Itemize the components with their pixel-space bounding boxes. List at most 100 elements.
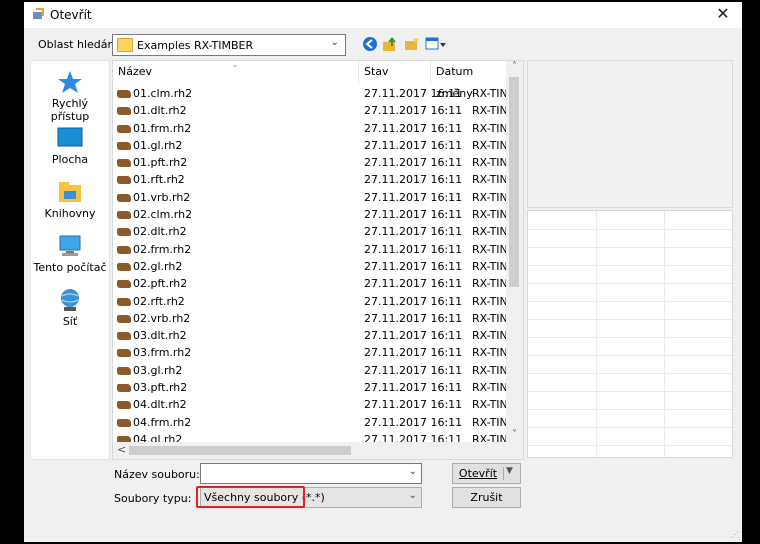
place-desktop[interactable]: Plocha <box>31 125 109 166</box>
vertical-scrollbar[interactable]: ˄ ˅ <box>506 61 523 442</box>
folder-icon <box>117 38 133 52</box>
computer-icon <box>59 235 81 256</box>
file-row[interactable]: 04.frm.rh2 27.11.2017 16:11 RX-TIN <box>113 414 506 431</box>
resize-grip-icon[interactable]: ⋰ <box>731 530 739 539</box>
file-row[interactable]: 01.pft.rh2 27.11.2017 16:11 RX-TIN <box>113 154 506 171</box>
file-row[interactable]: 03.gl.rh2 27.11.2017 16:11 RX-TIN <box>113 362 506 379</box>
column-header-date[interactable]: Datum změny <box>431 61 506 100</box>
scrollbar-thumb[interactable] <box>509 77 519 287</box>
file-icon <box>117 384 131 393</box>
file-list[interactable]: Název ˄ Stav Datum změny 01.clm.rh2 27.11… <box>112 60 524 460</box>
date-cell: 27.11.2017 16:11 <box>364 242 463 256</box>
back-icon[interactable] <box>362 36 378 52</box>
place-this-pc[interactable]: Tento počítač <box>31 233 109 274</box>
file-icon <box>117 176 131 185</box>
place-label: Knihovny <box>44 207 96 220</box>
file-row[interactable]: 01.vrb.rh2 27.11.2017 16:11 RX-TIN <box>113 189 506 206</box>
file-icon <box>117 124 131 133</box>
date-cell: 27.11.2017 16:11 <box>364 259 463 273</box>
file-name-cell: 02.pft.rh2 <box>117 277 187 290</box>
scroll-left-icon[interactable]: < <box>117 443 126 456</box>
file-icon <box>117 193 131 202</box>
file-icon <box>117 366 131 375</box>
type-cell: RX-TIN <box>472 208 506 222</box>
file-row[interactable]: 03.dlt.rh2 27.11.2017 16:11 RX-TIN <box>113 327 506 344</box>
open-dropdown-icon[interactable]: ▼ <box>506 466 513 476</box>
type-cell: RX-TIN <box>472 311 506 325</box>
date-cell: 27.11.2017 16:11 <box>364 225 463 239</box>
file-icon <box>117 401 131 410</box>
file-name-cell: 03.frm.rh2 <box>117 346 191 359</box>
chevron-down-icon[interactable]: ⌄ <box>409 490 417 501</box>
file-row[interactable]: 01.clm.rh2 27.11.2017 16:11 RX-TIN <box>113 85 506 102</box>
file-row[interactable]: 02.clm.rh2 27.11.2017 16:11 RX-TIN <box>113 206 506 223</box>
file-row[interactable]: 01.rft.rh2 27.11.2017 16:11 RX-TIN <box>113 171 506 188</box>
file-name-cell: 02.clm.rh2 <box>117 208 192 221</box>
date-cell: 27.11.2017 16:11 <box>364 190 463 204</box>
sort-ascending-icon: ˄ <box>233 65 238 75</box>
file-name-input[interactable]: ⌄ <box>200 463 422 484</box>
date-cell: 27.11.2017 16:11 <box>364 87 463 100</box>
file-icon <box>117 228 131 237</box>
title-bar: Otevřít ✕ <box>24 2 742 28</box>
date-cell: 27.11.2017 16:11 <box>364 208 463 222</box>
horizontal-scrollbar[interactable]: < <box>113 442 523 459</box>
place-network[interactable]: Síť <box>31 287 109 328</box>
type-cell: RX-TIN <box>472 87 506 100</box>
file-icon <box>117 314 131 323</box>
desktop-icon <box>57 127 83 147</box>
type-cell: RX-TIN <box>472 346 506 360</box>
open-button[interactable]: Otevřít ▼ <box>452 463 521 484</box>
date-cell: 27.11.2017 16:11 <box>364 173 463 187</box>
look-in-combo[interactable]: Examples RX-TIMBER ⌄ <box>112 34 346 56</box>
type-cell: RX-TIN <box>472 190 506 204</box>
cancel-button[interactable]: Zrušit <box>452 487 521 508</box>
look-in-value: Examples RX-TIMBER <box>137 39 254 52</box>
file-icon <box>117 159 131 168</box>
file-row[interactable]: 02.rft.rh2 27.11.2017 16:11 RX-TIN <box>113 293 506 310</box>
place-label: Plocha <box>51 153 89 166</box>
column-header-name[interactable]: Název ˄ <box>113 61 359 83</box>
file-name-cell: 04.dlt.rh2 <box>117 398 187 411</box>
file-icon <box>117 349 131 358</box>
type-cell: RX-TIN <box>472 329 506 343</box>
date-cell: 27.11.2017 16:11 <box>364 381 463 395</box>
scrollbar-thumb[interactable] <box>129 446 351 455</box>
file-icon <box>117 280 131 289</box>
file-row[interactable]: 01.frm.rh2 27.11.2017 16:11 RX-TIN <box>113 120 506 137</box>
file-row[interactable]: 03.frm.rh2 27.11.2017 16:11 RX-TIN <box>113 344 506 361</box>
scroll-down-icon[interactable]: ˅ <box>506 429 523 440</box>
file-row[interactable]: 04.dlt.rh2 27.11.2017 16:11 RX-TIN <box>113 396 506 413</box>
date-cell: 27.11.2017 16:11 <box>364 104 463 118</box>
file-icon <box>117 245 131 254</box>
file-icon <box>117 141 131 150</box>
view-menu-icon[interactable] <box>425 36 447 52</box>
scroll-up-icon[interactable]: ˄ <box>506 61 523 72</box>
file-row[interactable]: 02.gl.rh2 27.11.2017 16:11 RX-TIN <box>113 258 506 275</box>
file-icon <box>117 332 131 341</box>
preview-pane-top <box>527 60 733 208</box>
chevron-down-icon[interactable]: ⌄ <box>409 466 417 477</box>
close-icon[interactable]: ✕ <box>708 2 738 26</box>
file-row[interactable]: 02.pft.rh2 27.11.2017 16:11 RX-TIN <box>113 275 506 292</box>
libraries-icon <box>59 182 81 202</box>
place-libraries[interactable]: Knihovny <box>31 179 109 220</box>
file-row[interactable]: 02.vrb.rh2 27.11.2017 16:11 RX-TIN <box>113 310 506 327</box>
file-icon <box>117 90 131 98</box>
file-name-cell: 01.vrb.rh2 <box>117 191 190 204</box>
chevron-down-icon[interactable]: ⌄ <box>331 37 339 48</box>
type-cell: RX-TIN <box>472 104 506 118</box>
type-cell: RX-TIN <box>472 225 506 239</box>
date-cell: 27.11.2017 16:11 <box>364 294 463 308</box>
place-label: Tento počítač <box>33 261 107 274</box>
file-row[interactable]: 01.dlt.rh2 27.11.2017 16:11 RX-TIN <box>113 102 506 119</box>
up-folder-icon[interactable] <box>382 36 398 52</box>
look-in-label: Oblast hledání: <box>38 38 122 51</box>
file-row[interactable]: 02.frm.rh2 27.11.2017 16:11 RX-TIN <box>113 241 506 258</box>
column-header-status[interactable]: Stav <box>359 61 431 83</box>
new-folder-icon[interactable] <box>404 36 420 52</box>
file-row[interactable]: 01.gl.rh2 27.11.2017 16:11 RX-TIN <box>113 137 506 154</box>
file-row[interactable]: 03.pft.rh2 27.11.2017 16:11 RX-TIN <box>113 379 506 396</box>
place-quick-access[interactable]: Rychlý přístup <box>31 69 109 123</box>
file-row[interactable]: 02.dlt.rh2 27.11.2017 16:11 RX-TIN <box>113 223 506 240</box>
